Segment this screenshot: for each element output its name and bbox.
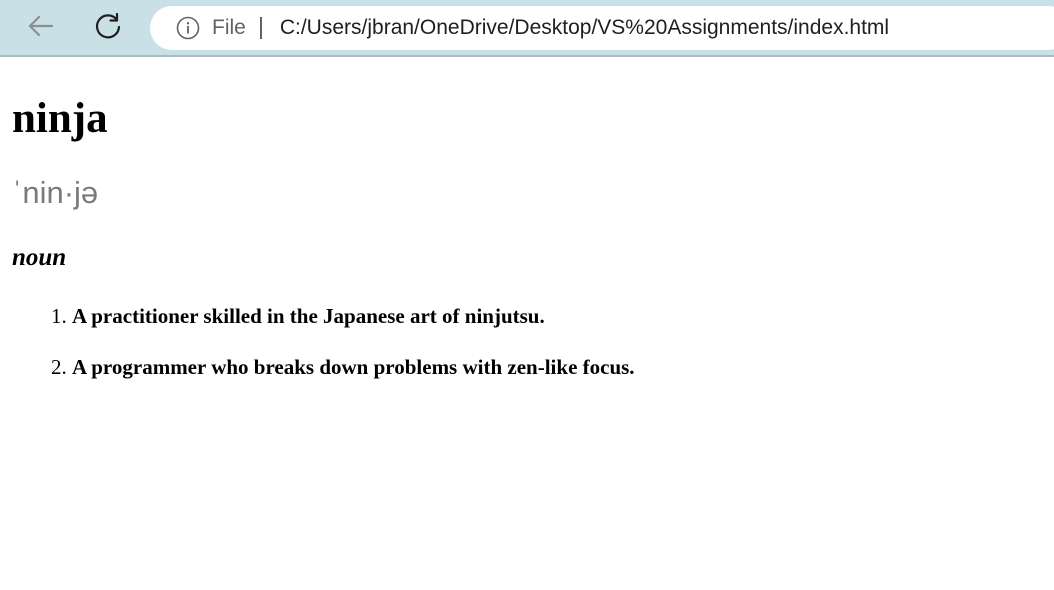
browser-toolbar: File C:/Users/jbran/OneDrive/Desktop/VS%… — [0, 0, 1054, 57]
definition-list: A practitioner skilled in the Japanese a… — [12, 303, 1054, 380]
back-button[interactable] — [23, 10, 59, 46]
part-of-speech: noun — [12, 244, 67, 271]
arrow-left-icon — [26, 11, 56, 46]
page-content: ninja ˈnin·jə noun A practitioner skille… — [0, 57, 1054, 380]
info-icon[interactable] — [176, 16, 200, 40]
list-item: A programmer who breaks down problems wi… — [72, 354, 1054, 380]
reload-button[interactable] — [90, 10, 126, 46]
word-heading: ninja — [12, 95, 108, 142]
pronunciation: ˈnin·jə — [12, 175, 99, 210]
address-bar[interactable]: File C:/Users/jbran/OneDrive/Desktop/VS%… — [150, 6, 1054, 50]
list-item: A practitioner skilled in the Japanese a… — [72, 303, 1054, 329]
url-text[interactable]: C:/Users/jbran/OneDrive/Desktop/VS%20Ass… — [280, 16, 889, 40]
scheme-label: File — [212, 16, 246, 39]
definition-text: A practitioner skilled in the Japanese a… — [72, 304, 545, 328]
reload-icon — [93, 11, 123, 46]
definition-text: A programmer who breaks down problems wi… — [72, 355, 635, 379]
address-separator — [259, 17, 262, 39]
